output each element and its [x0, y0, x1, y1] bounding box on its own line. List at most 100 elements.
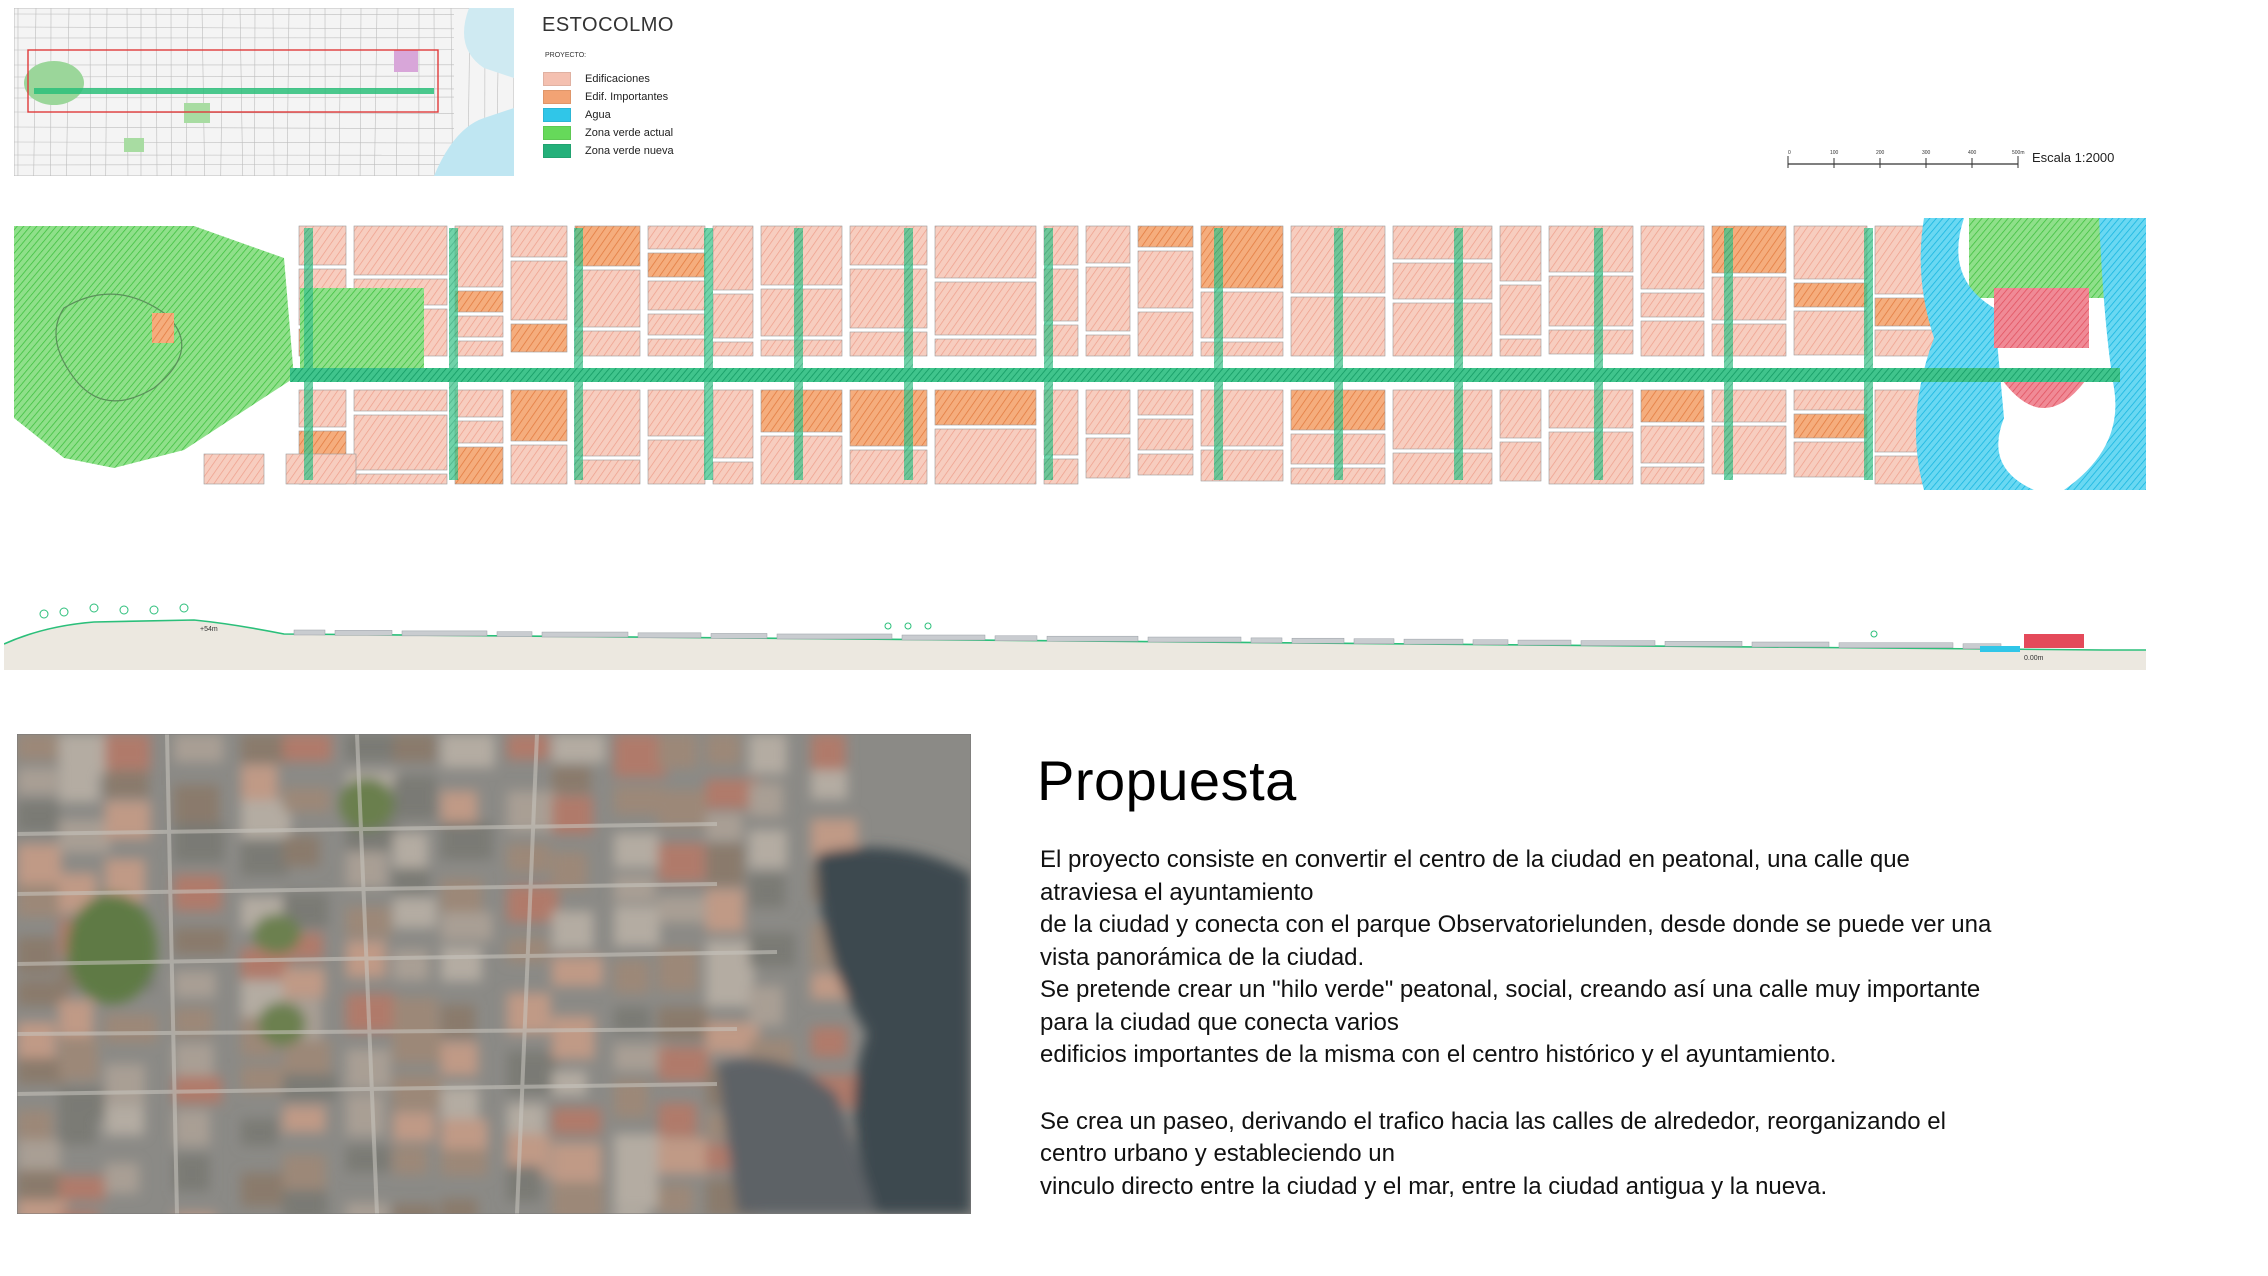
key-map [14, 8, 514, 176]
building [454, 225, 504, 288]
building [934, 225, 1037, 279]
building [1137, 418, 1194, 451]
legend-swatch [543, 108, 571, 122]
building [454, 420, 504, 444]
building [454, 315, 504, 338]
legend-label: Agua [585, 109, 611, 121]
building [849, 449, 928, 485]
important-building [849, 389, 928, 447]
building [1085, 225, 1131, 264]
building [1392, 262, 1493, 300]
scale-label: Escala 1:2000 [2032, 150, 2115, 165]
text-line: atraviesa el ayuntamiento [1040, 878, 1314, 906]
building [1499, 284, 1542, 336]
legend: Edificaciones Edif. Importantes Agua Zon… [543, 70, 674, 160]
building [1137, 311, 1194, 357]
green-north-east [1969, 218, 2119, 298]
building [353, 389, 448, 412]
building [574, 389, 641, 457]
legend-swatch [543, 126, 571, 140]
building [1085, 437, 1131, 479]
legend-swatch [543, 144, 571, 158]
key-map-green-square [184, 103, 210, 123]
important-building [1793, 413, 1868, 439]
legend-label: Edificaciones [585, 73, 650, 85]
building [712, 293, 754, 339]
legend-swatch [543, 72, 571, 86]
legend-item-agua: Agua [543, 106, 674, 124]
important-building [454, 290, 504, 313]
text-line: vista panorámica de la ciudad. [1040, 943, 1365, 971]
building [849, 331, 928, 357]
building [285, 453, 357, 485]
building [1711, 323, 1787, 357]
important-building [1793, 282, 1868, 308]
building [647, 338, 706, 357]
section-water [1980, 646, 2020, 652]
scale-tick: 0 [1788, 150, 1791, 156]
project-plan-strip [4, 218, 2146, 490]
building [712, 461, 754, 485]
legend-heading: PROYECTO: [545, 52, 587, 59]
building [1548, 389, 1634, 429]
important-building [1137, 225, 1194, 248]
building [510, 225, 568, 258]
key-map-green-axis [34, 88, 434, 94]
important-building [510, 389, 568, 442]
aerial-photo [17, 734, 971, 1214]
building [1499, 338, 1542, 357]
building [934, 281, 1037, 336]
observatory-building [152, 313, 174, 343]
building [647, 313, 706, 336]
building [1200, 389, 1284, 447]
important-building [1640, 389, 1705, 423]
building [1200, 341, 1284, 357]
legend-swatch [543, 90, 571, 104]
building [1548, 275, 1634, 327]
building [203, 453, 265, 485]
building [712, 389, 754, 459]
building [1640, 320, 1705, 357]
map-title: ESTOCOLMO [542, 14, 674, 36]
building [574, 459, 641, 485]
legend-item-edificaciones: Edificaciones [543, 70, 674, 88]
building [849, 268, 928, 329]
scale-tick: 500m [2012, 150, 2025, 156]
text-line: de la ciudad y conecta con el parque Obs… [1040, 911, 1992, 938]
building [1793, 310, 1868, 356]
building [1499, 441, 1542, 482]
important-building [454, 446, 504, 485]
building [712, 341, 754, 357]
building [712, 225, 754, 291]
building [1392, 302, 1493, 357]
legend-item-zona-verde-nueva: Zona verde nueva [543, 142, 674, 160]
proposal-heading: Propuesta [1037, 749, 1297, 812]
text-line: Se crea un paseo, derivando el trafico h… [1040, 1107, 1946, 1135]
legend-label: Zona verde actual [585, 127, 674, 139]
building [1548, 225, 1634, 273]
building [1548, 431, 1634, 485]
important-building [574, 225, 641, 267]
scale-tick: 100 [1830, 150, 1839, 156]
text-line: para la ciudad que conecta varios [1040, 1008, 1399, 1036]
new-green-axis [290, 368, 2120, 382]
text-line: edificios importantes de la misma con el… [1040, 1041, 1837, 1068]
building [1711, 425, 1787, 475]
scale-tick: 300 [1922, 150, 1931, 156]
building [574, 269, 641, 328]
building [1499, 389, 1542, 439]
important-building [1711, 225, 1787, 274]
scale-tick: 200 [1876, 150, 1885, 156]
building [1793, 225, 1868, 280]
building [1085, 334, 1131, 357]
building [647, 225, 706, 250]
building [1711, 276, 1787, 321]
important-building [1200, 225, 1284, 289]
scale-tick: 400 [1968, 150, 1977, 156]
building [1200, 291, 1284, 339]
building [1548, 329, 1634, 355]
building [1640, 225, 1705, 290]
building [849, 225, 928, 266]
important-building [510, 323, 568, 353]
building [1137, 250, 1194, 309]
